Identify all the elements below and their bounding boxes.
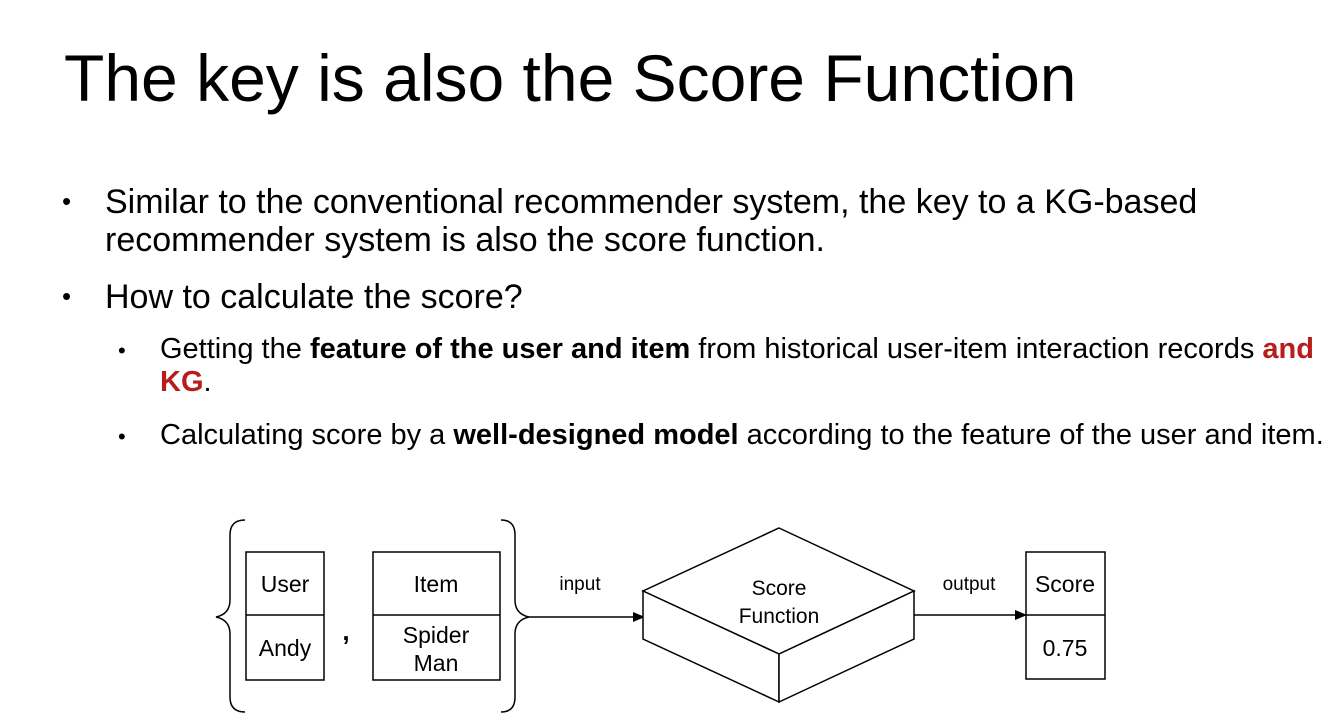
item-header: Item <box>414 571 459 597</box>
function-label-line2: Function <box>739 605 820 628</box>
function-label-line1: Score <box>752 577 807 600</box>
left-brace <box>215 519 246 713</box>
comma-separator: , <box>342 616 349 646</box>
user-box: User Andy <box>245 551 325 681</box>
score-header: Score <box>1035 571 1095 597</box>
output-label: output <box>943 574 997 595</box>
user-value: Andy <box>259 635 312 661</box>
user-header: User <box>261 571 310 597</box>
score-function-block: Score Function <box>641 527 916 704</box>
score-value: 0.75 <box>1043 635 1088 661</box>
input-label: input <box>559 574 601 595</box>
item-value-line1: Spider <box>403 622 470 648</box>
right-brace <box>500 519 530 713</box>
score-box: Score 0.75 <box>1025 551 1106 680</box>
score-function-diagram: User Andy , Item Spider Man input Score … <box>215 519 1106 713</box>
item-value-line2: Man <box>414 650 459 676</box>
item-box: Item Spider Man <box>372 551 501 681</box>
